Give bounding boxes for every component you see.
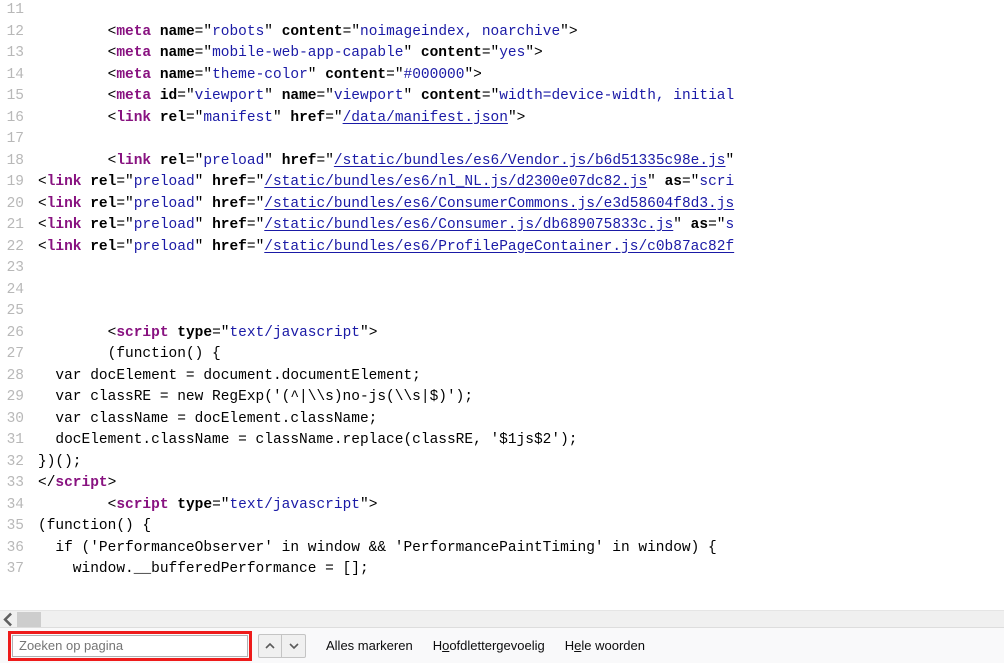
- line-number: 18: [0, 151, 38, 173]
- line-number: 35: [0, 516, 38, 538]
- line-number: 27: [0, 344, 38, 366]
- code-line: 23: [0, 258, 1004, 280]
- code-line: 30 var className = docElement.className;: [0, 409, 1004, 431]
- code-line: 15 <meta id="viewport" name="viewport" c…: [0, 86, 1004, 108]
- code-content: var className = docElement.className;: [38, 409, 377, 431]
- line-number: 34: [0, 495, 38, 517]
- line-number: 32: [0, 452, 38, 474]
- code-line: 19<link rel="preload" href="/static/bund…: [0, 172, 1004, 194]
- line-number: 24: [0, 280, 38, 302]
- code-content: (function() {: [38, 344, 221, 366]
- line-number: 16: [0, 108, 38, 130]
- code-line: 18 <link rel="preload" href="/static/bun…: [0, 151, 1004, 173]
- code-line: 21<link rel="preload" href="/static/bund…: [0, 215, 1004, 237]
- code-line: 36 if ('PerformanceObserver' in window &…: [0, 538, 1004, 560]
- scrollbar-track[interactable]: [17, 611, 1004, 627]
- source-link[interactable]: /static/bundles/es6/nl_NL.js/d2300e07dc8…: [264, 174, 647, 190]
- code-content: })();: [38, 452, 82, 474]
- line-number: 22: [0, 237, 38, 259]
- line-number: 28: [0, 366, 38, 388]
- code-line: 27 (function() {: [0, 344, 1004, 366]
- line-number: 31: [0, 430, 38, 452]
- code-content: <link rel="preload" href="/static/bundle…: [38, 194, 734, 216]
- line-number: 36: [0, 538, 38, 560]
- code-content: <meta name="theme-color" content="#00000…: [38, 65, 482, 87]
- line-number: 23: [0, 258, 38, 280]
- line-number: 12: [0, 22, 38, 44]
- code-content: var docElement = document.documentElemen…: [38, 366, 421, 388]
- code-content: <meta name="robots" content="noimageinde…: [38, 22, 578, 44]
- line-number: 11: [0, 0, 38, 22]
- horizontal-scrollbar[interactable]: [0, 610, 1004, 627]
- code-content: (function() {: [38, 516, 151, 538]
- code-line: 28 var docElement = document.documentEle…: [0, 366, 1004, 388]
- code-line: 31 docElement.className = className.repl…: [0, 430, 1004, 452]
- line-number: 17: [0, 129, 38, 151]
- find-bar: Alles markeren Hoofdlettergevoelig Hele …: [0, 627, 1004, 663]
- line-number: 37: [0, 559, 38, 581]
- code-line: 11: [0, 0, 1004, 22]
- scrollbar-thumb[interactable]: [17, 612, 41, 627]
- code-line: 34 <script type="text/javascript">: [0, 495, 1004, 517]
- scroll-left-arrow[interactable]: [0, 611, 17, 628]
- code-line: 26 <script type="text/javascript">: [0, 323, 1004, 345]
- code-line: 16 <link rel="manifest" href="/data/mani…: [0, 108, 1004, 130]
- code-content: window.__bufferedPerformance = [];: [38, 559, 369, 581]
- code-line: 24: [0, 280, 1004, 302]
- code-content: <script type="text/javascript">: [38, 495, 377, 517]
- line-number: 30: [0, 409, 38, 431]
- line-number: 15: [0, 86, 38, 108]
- source-link[interactable]: /static/bundles/es6/ConsumerCommons.js/e…: [264, 196, 734, 212]
- code-line: 29 var classRE = new RegExp('(^|\\s)no-j…: [0, 387, 1004, 409]
- line-number: 33: [0, 473, 38, 495]
- code-content: docElement.className = className.replace…: [38, 430, 578, 452]
- code-content: </script>: [38, 473, 116, 495]
- find-previous-button[interactable]: [258, 634, 282, 658]
- code-line: 22<link rel="preload" href="/static/bund…: [0, 237, 1004, 259]
- source-link[interactable]: /static/bundles/es6/Vendor.js/b6d51335c9…: [334, 153, 726, 169]
- line-number: 13: [0, 43, 38, 65]
- source-link[interactable]: /static/bundles/es6/Consumer.js/db689075…: [264, 217, 673, 233]
- source-link[interactable]: /data/manifest.json: [343, 110, 508, 126]
- line-number: 26: [0, 323, 38, 345]
- code-content: <link rel="manifest" href="/data/manifes…: [38, 108, 525, 130]
- whole-words-option[interactable]: Hele woorden: [565, 638, 645, 653]
- find-input[interactable]: [12, 635, 248, 657]
- code-line: 17: [0, 129, 1004, 151]
- line-number: 14: [0, 65, 38, 87]
- line-number: 25: [0, 301, 38, 323]
- code-line: 14 <meta name="theme-color" content="#00…: [0, 65, 1004, 87]
- code-line: 13 <meta name="mobile-web-app-capable" c…: [0, 43, 1004, 65]
- code-line: 12 <meta name="robots" content="noimagei…: [0, 22, 1004, 44]
- code-content: if ('PerformanceObserver' in window && '…: [38, 538, 717, 560]
- line-number: 21: [0, 215, 38, 237]
- code-content: <script type="text/javascript">: [38, 323, 377, 345]
- find-next-button[interactable]: [282, 634, 306, 658]
- code-line: 33</script>: [0, 473, 1004, 495]
- find-input-highlight: [8, 631, 252, 661]
- highlight-all-option[interactable]: Alles markeren: [326, 638, 413, 653]
- code-content: <link rel="preload" href="/static/bundle…: [38, 237, 734, 259]
- code-content: <link rel="preload" href="/static/bundle…: [38, 151, 734, 173]
- code-line: 25: [0, 301, 1004, 323]
- code-line: 37 window.__bufferedPerformance = [];: [0, 559, 1004, 581]
- code-content: <link rel="preload" href="/static/bundle…: [38, 172, 734, 194]
- code-line: 35(function() {: [0, 516, 1004, 538]
- source-code-viewer[interactable]: 1112 <meta name="robots" content="noimag…: [0, 0, 1004, 610]
- source-link[interactable]: /static/bundles/es6/ProfilePageContainer…: [264, 239, 734, 255]
- code-content: <link rel="preload" href="/static/bundle…: [38, 215, 734, 237]
- code-line: 32})();: [0, 452, 1004, 474]
- line-number: 19: [0, 172, 38, 194]
- code-content: <meta name="mobile-web-app-capable" cont…: [38, 43, 543, 65]
- line-number: 20: [0, 194, 38, 216]
- code-content: var classRE = new RegExp('(^|\\s)no-js(\…: [38, 387, 473, 409]
- line-number: 29: [0, 387, 38, 409]
- case-sensitive-option[interactable]: Hoofdlettergevoelig: [433, 638, 545, 653]
- code-line: 20<link rel="preload" href="/static/bund…: [0, 194, 1004, 216]
- code-content: <meta id="viewport" name="viewport" cont…: [38, 86, 734, 108]
